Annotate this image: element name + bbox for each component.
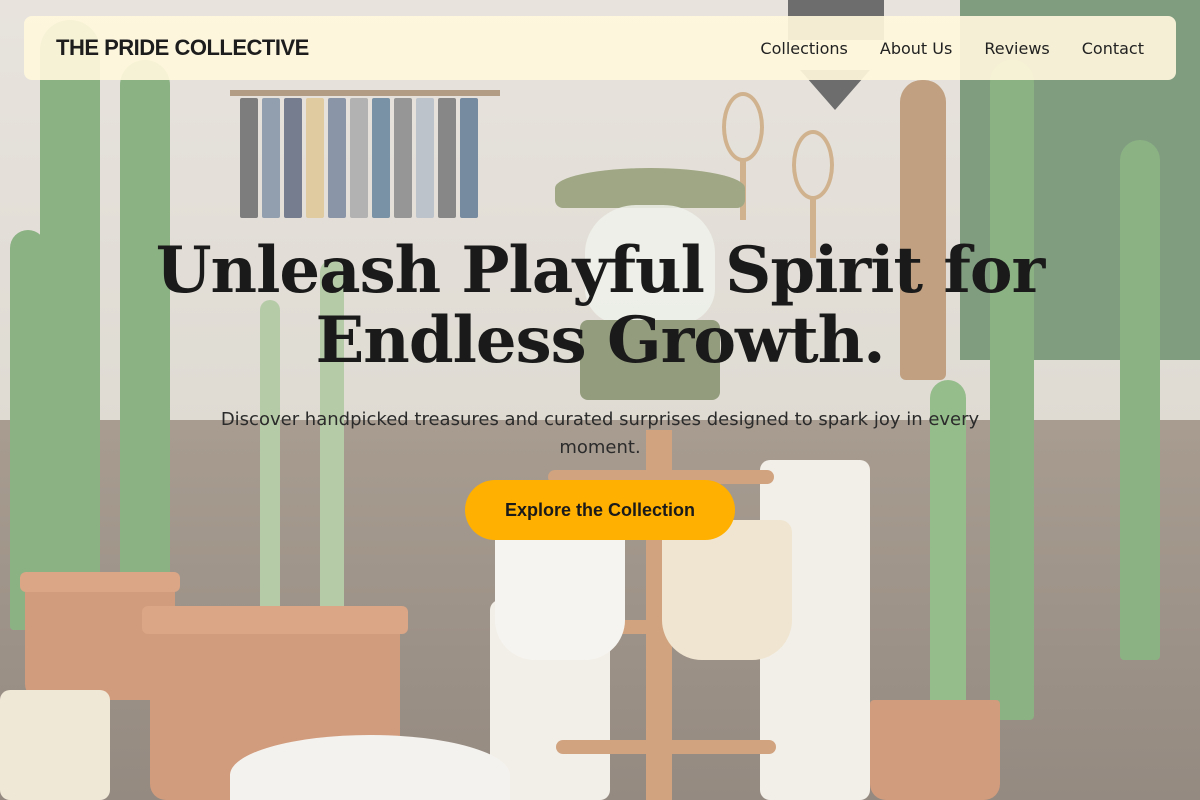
hero-section: Unleash Playful Spirit for Endless Growt…	[0, 236, 1200, 540]
nav-link-contact[interactable]: Contact	[1082, 39, 1144, 58]
nav-link-about-us[interactable]: About Us	[880, 39, 952, 58]
explore-collection-button[interactable]: Explore the Collection	[465, 480, 735, 540]
nav-links: Collections About Us Reviews Contact	[760, 39, 1144, 58]
hero-subtitle: Discover handpicked treasures and curate…	[220, 409, 980, 458]
nav-link-reviews[interactable]: Reviews	[984, 39, 1049, 58]
brand-logo[interactable]: THE PRIDE COLLECTIVE	[56, 35, 309, 61]
nav-link-collections[interactable]: Collections	[760, 39, 847, 58]
navbar: THE PRIDE COLLECTIVE Collections About U…	[24, 16, 1176, 80]
hero-title-line-2: Endless Growth.	[315, 303, 886, 378]
hero-title: Unleash Playful Spirit for Endless Growt…	[0, 236, 1200, 376]
hero-title-line-1: Unleash Playful Spirit for	[155, 233, 1046, 308]
